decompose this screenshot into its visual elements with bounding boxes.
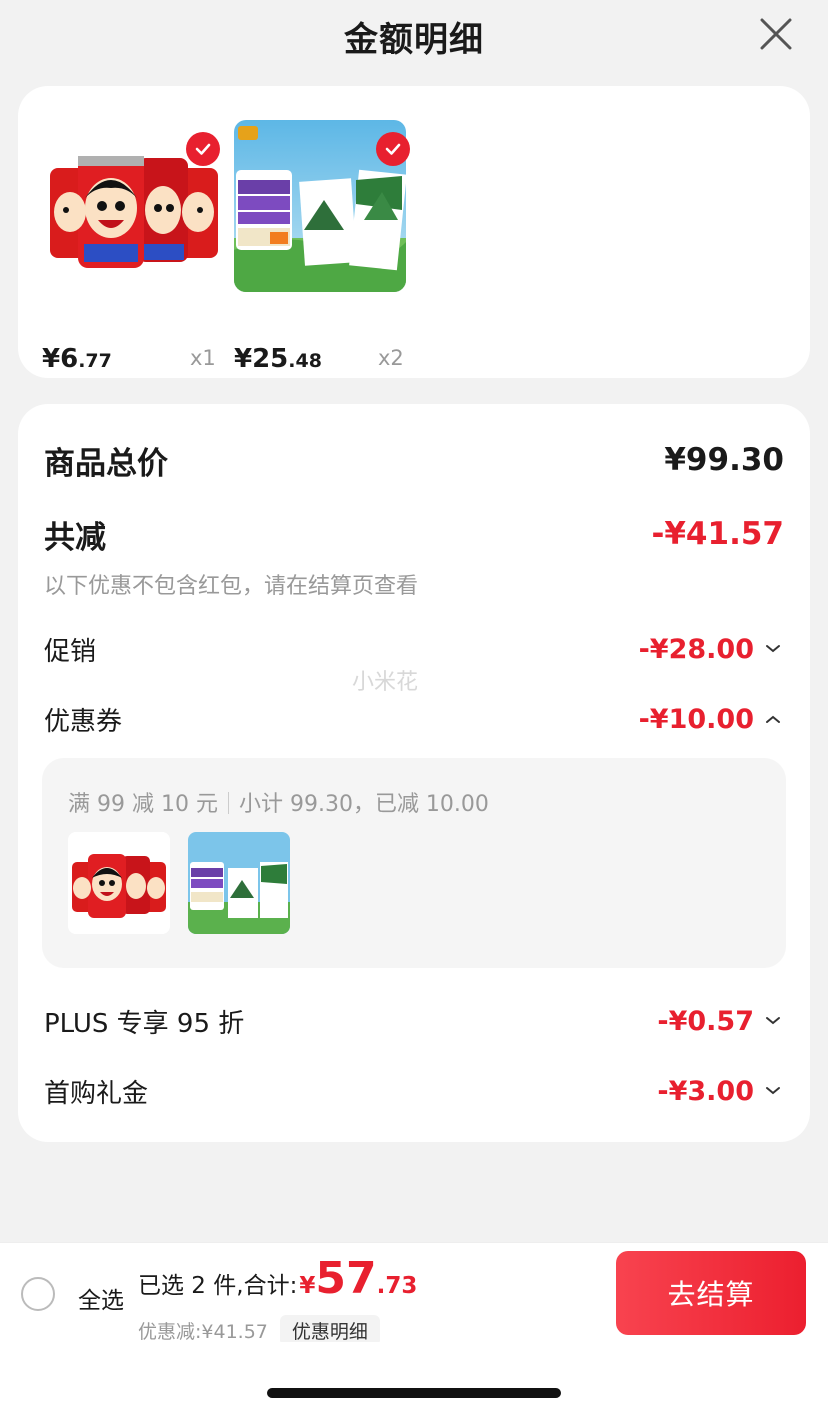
coupon-row[interactable]: 优惠券 -¥10.00: [44, 698, 784, 740]
chevron-up-icon[interactable]: [762, 708, 784, 730]
selected-check-icon[interactable]: [186, 132, 220, 166]
chevron-down-icon[interactable]: [762, 638, 784, 660]
total-reduce-row: 共减 -¥41.57: [44, 512, 784, 556]
home-indicator-area: [0, 1342, 828, 1416]
select-all-radio[interactable]: [21, 1277, 55, 1311]
coupon-product-image-milk[interactable]: [188, 832, 290, 934]
product-price: ¥6.77: [42, 344, 112, 374]
coupon-label: 优惠券: [44, 706, 123, 737]
first-purchase-gift-row[interactable]: 首购礼金 -¥3.00: [44, 1070, 784, 1112]
home-indicator[interactable]: [267, 1388, 561, 1398]
total-reduce-label: 共减: [44, 519, 106, 556]
checkout-bar: 全选 已选 2 件,合计: ¥57.73 优惠减:¥41.57 优惠明细 去结算: [0, 1242, 828, 1346]
total-reduce-value: -¥41.57: [651, 516, 785, 552]
product-quantity: x1: [190, 346, 216, 370]
plus-discount-row[interactable]: PLUS 专享 95 折 -¥0.57: [44, 1000, 784, 1042]
page-title: 金额明细: [344, 19, 484, 60]
total-price-label: 商品总价: [44, 445, 168, 482]
plus-discount-value[interactable]: -¥0.57: [657, 1006, 784, 1037]
discount-text: 优惠减:¥41.57: [138, 1321, 268, 1343]
coupon-product-image-wangzai[interactable]: [68, 832, 170, 934]
coupon-rule-text: 满 99 减 10 元小计 99.30，已减 10.00: [68, 792, 489, 817]
product-quantity: x2: [378, 346, 404, 370]
first-purchase-gift-value[interactable]: -¥3.00: [657, 1076, 784, 1107]
promo-value[interactable]: -¥28.00: [639, 634, 784, 665]
watermark: 小米花: [352, 670, 419, 695]
total-price-row: 商品总价 ¥99.30: [44, 438, 784, 482]
products-card: ¥6.77 x1 ¥25.48 x2: [18, 86, 810, 378]
first-purchase-gift-label: 首购礼金: [44, 1078, 149, 1109]
reduce-note: 以下优惠不包含红包，请在结算页查看: [44, 574, 419, 599]
coupon-detail-panel: 满 99 减 10 元小计 99.30，已减 10.00: [42, 758, 786, 968]
coupon-value[interactable]: -¥10.00: [639, 704, 784, 735]
chevron-down-icon[interactable]: [762, 1080, 784, 1102]
total-price-value: ¥99.30: [664, 442, 784, 478]
promo-label: 促销: [44, 636, 97, 667]
selected-total: 已选 2 件,合计: ¥57.73: [138, 1253, 418, 1304]
selected-check-icon[interactable]: [376, 132, 410, 166]
plus-discount-label: PLUS 专享 95 折: [44, 1008, 245, 1039]
header: 金额明细: [0, 0, 828, 72]
select-all-label[interactable]: 全选: [78, 1281, 124, 1315]
product-price: ¥25.48: [234, 344, 322, 374]
price-summary-card: 商品总价 ¥99.30 共减 -¥41.57 以下优惠不包含红包，请在结算页查看…: [18, 404, 810, 1142]
close-icon[interactable]: [758, 16, 794, 52]
chevron-down-icon[interactable]: [762, 1010, 784, 1032]
checkout-button[interactable]: 去结算: [616, 1251, 806, 1335]
